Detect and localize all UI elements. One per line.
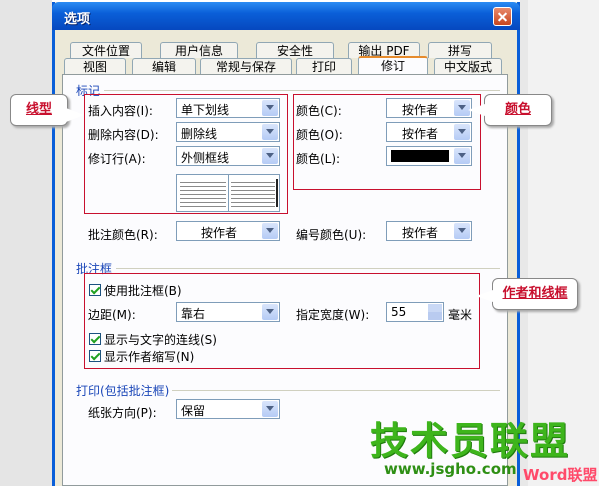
callout-linetype: 线型	[10, 94, 68, 126]
callout-author-line-text: 作者和线框	[502, 286, 568, 301]
tab-user-info[interactable]: 用户信息	[160, 42, 238, 58]
callout-author-line: 作者和线框	[492, 278, 578, 310]
orientation-value: 保留	[181, 404, 206, 418]
tab-print[interactable]: 打印	[296, 58, 352, 74]
print-divider	[172, 390, 500, 391]
tab-security[interactable]: 安全性	[256, 42, 334, 58]
balloons-divider	[116, 268, 500, 269]
tab-file-locations[interactable]: 文件位置	[70, 42, 142, 58]
tab-track-changes[interactable]: 修订	[358, 56, 428, 74]
callout-color: 颜色	[484, 94, 552, 126]
markup-divider	[104, 90, 500, 91]
comment-color-select[interactable]: 按作者	[176, 221, 280, 241]
title-bar	[52, 2, 520, 30]
close-button[interactable]	[493, 7, 512, 26]
callout-color-text: 颜色	[504, 102, 531, 117]
background-left	[0, 0, 52, 486]
callout-linetype-text: 线型	[25, 102, 52, 117]
window-title: 选项	[64, 12, 91, 27]
print-group-title: 打印(包括批注框)	[76, 384, 170, 398]
chevron-down-icon	[262, 223, 278, 239]
callout-linetype-pointer	[66, 108, 84, 122]
orientation-label: 纸张方向(P):	[88, 406, 157, 420]
tab-edit[interactable]: 编辑	[132, 58, 196, 74]
tab-view[interactable]: 视图	[64, 58, 126, 74]
comment-color-label: 批注颜色(R):	[88, 228, 158, 242]
chevron-down-icon	[262, 401, 278, 417]
orientation-select[interactable]: 保留	[176, 399, 280, 419]
callout-color-pointer	[468, 104, 485, 116]
chevron-down-icon	[454, 223, 470, 239]
tab-general-save[interactable]: 常规与保存	[200, 58, 292, 74]
number-color-select[interactable]: 按作者	[386, 221, 472, 241]
number-color-label: 编号颜色(U):	[296, 228, 367, 242]
callout-author-line-pointer	[476, 290, 493, 302]
balloons-highlight	[84, 273, 480, 369]
watermark-url: www.jsgho.com	[384, 460, 517, 478]
watermark-suffix: Word联盟	[523, 466, 598, 484]
linetype-highlight	[84, 94, 288, 214]
comment-color-value: 按作者	[200, 226, 237, 240]
number-color-value: 按作者	[401, 226, 438, 240]
color-highlight	[293, 94, 481, 190]
tab-spelling[interactable]: 拼写	[428, 42, 492, 58]
watermark-cn: 技术员联盟	[370, 419, 571, 463]
tab-asian-typography[interactable]: 中文版式	[434, 58, 502, 74]
